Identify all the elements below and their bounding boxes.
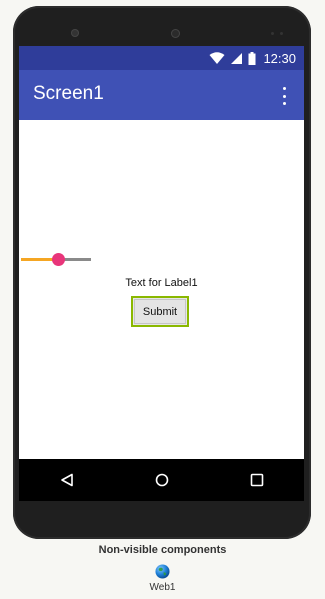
submit-button-face: Submit — [134, 299, 186, 324]
overflow-menu-icon[interactable] — [280, 86, 288, 106]
status-clock: 12:30 — [263, 50, 296, 66]
submit-button-label: Submit — [142, 305, 178, 318]
proximity-sensor-icon — [171, 29, 180, 38]
signal-icon — [231, 52, 243, 64]
label1: Text for Label1 — [125, 277, 198, 289]
slider1[interactable] — [19, 252, 93, 266]
app-title: Screen1 — [33, 83, 104, 104]
non-visible-components-title: Non-visible components — [98, 544, 227, 556]
designer-canvas: 12:30 Screen1 Text for Label1 Submit Non… — [0, 0, 325, 599]
status-bar: 12:30 — [19, 46, 304, 70]
navigation-bar — [19, 459, 304, 501]
sensor-dots-icon — [271, 32, 285, 36]
back-icon — [60, 473, 73, 487]
phone-screen: 12:30 Screen1 Text for Label1 Submit — [19, 46, 304, 500]
non-visible-component-web1[interactable]: Web1 — [140, 564, 185, 598]
slider-thumb[interactable] — [52, 253, 65, 266]
recents-button[interactable] — [237, 459, 277, 501]
front-camera-icon — [71, 29, 79, 37]
globe-icon — [155, 564, 170, 579]
back-button[interactable] — [47, 459, 87, 501]
recents-icon — [250, 473, 263, 487]
home-button[interactable] — [142, 459, 182, 501]
non-visible-component-label: Web1 — [149, 582, 176, 593]
home-icon — [155, 473, 168, 487]
wifi-icon — [209, 51, 225, 64]
app-bar: Screen1 — [19, 70, 304, 120]
status-icons: 12:30 — [209, 46, 296, 70]
battery-icon — [248, 51, 256, 65]
submit-button[interactable]: Submit — [131, 296, 189, 327]
